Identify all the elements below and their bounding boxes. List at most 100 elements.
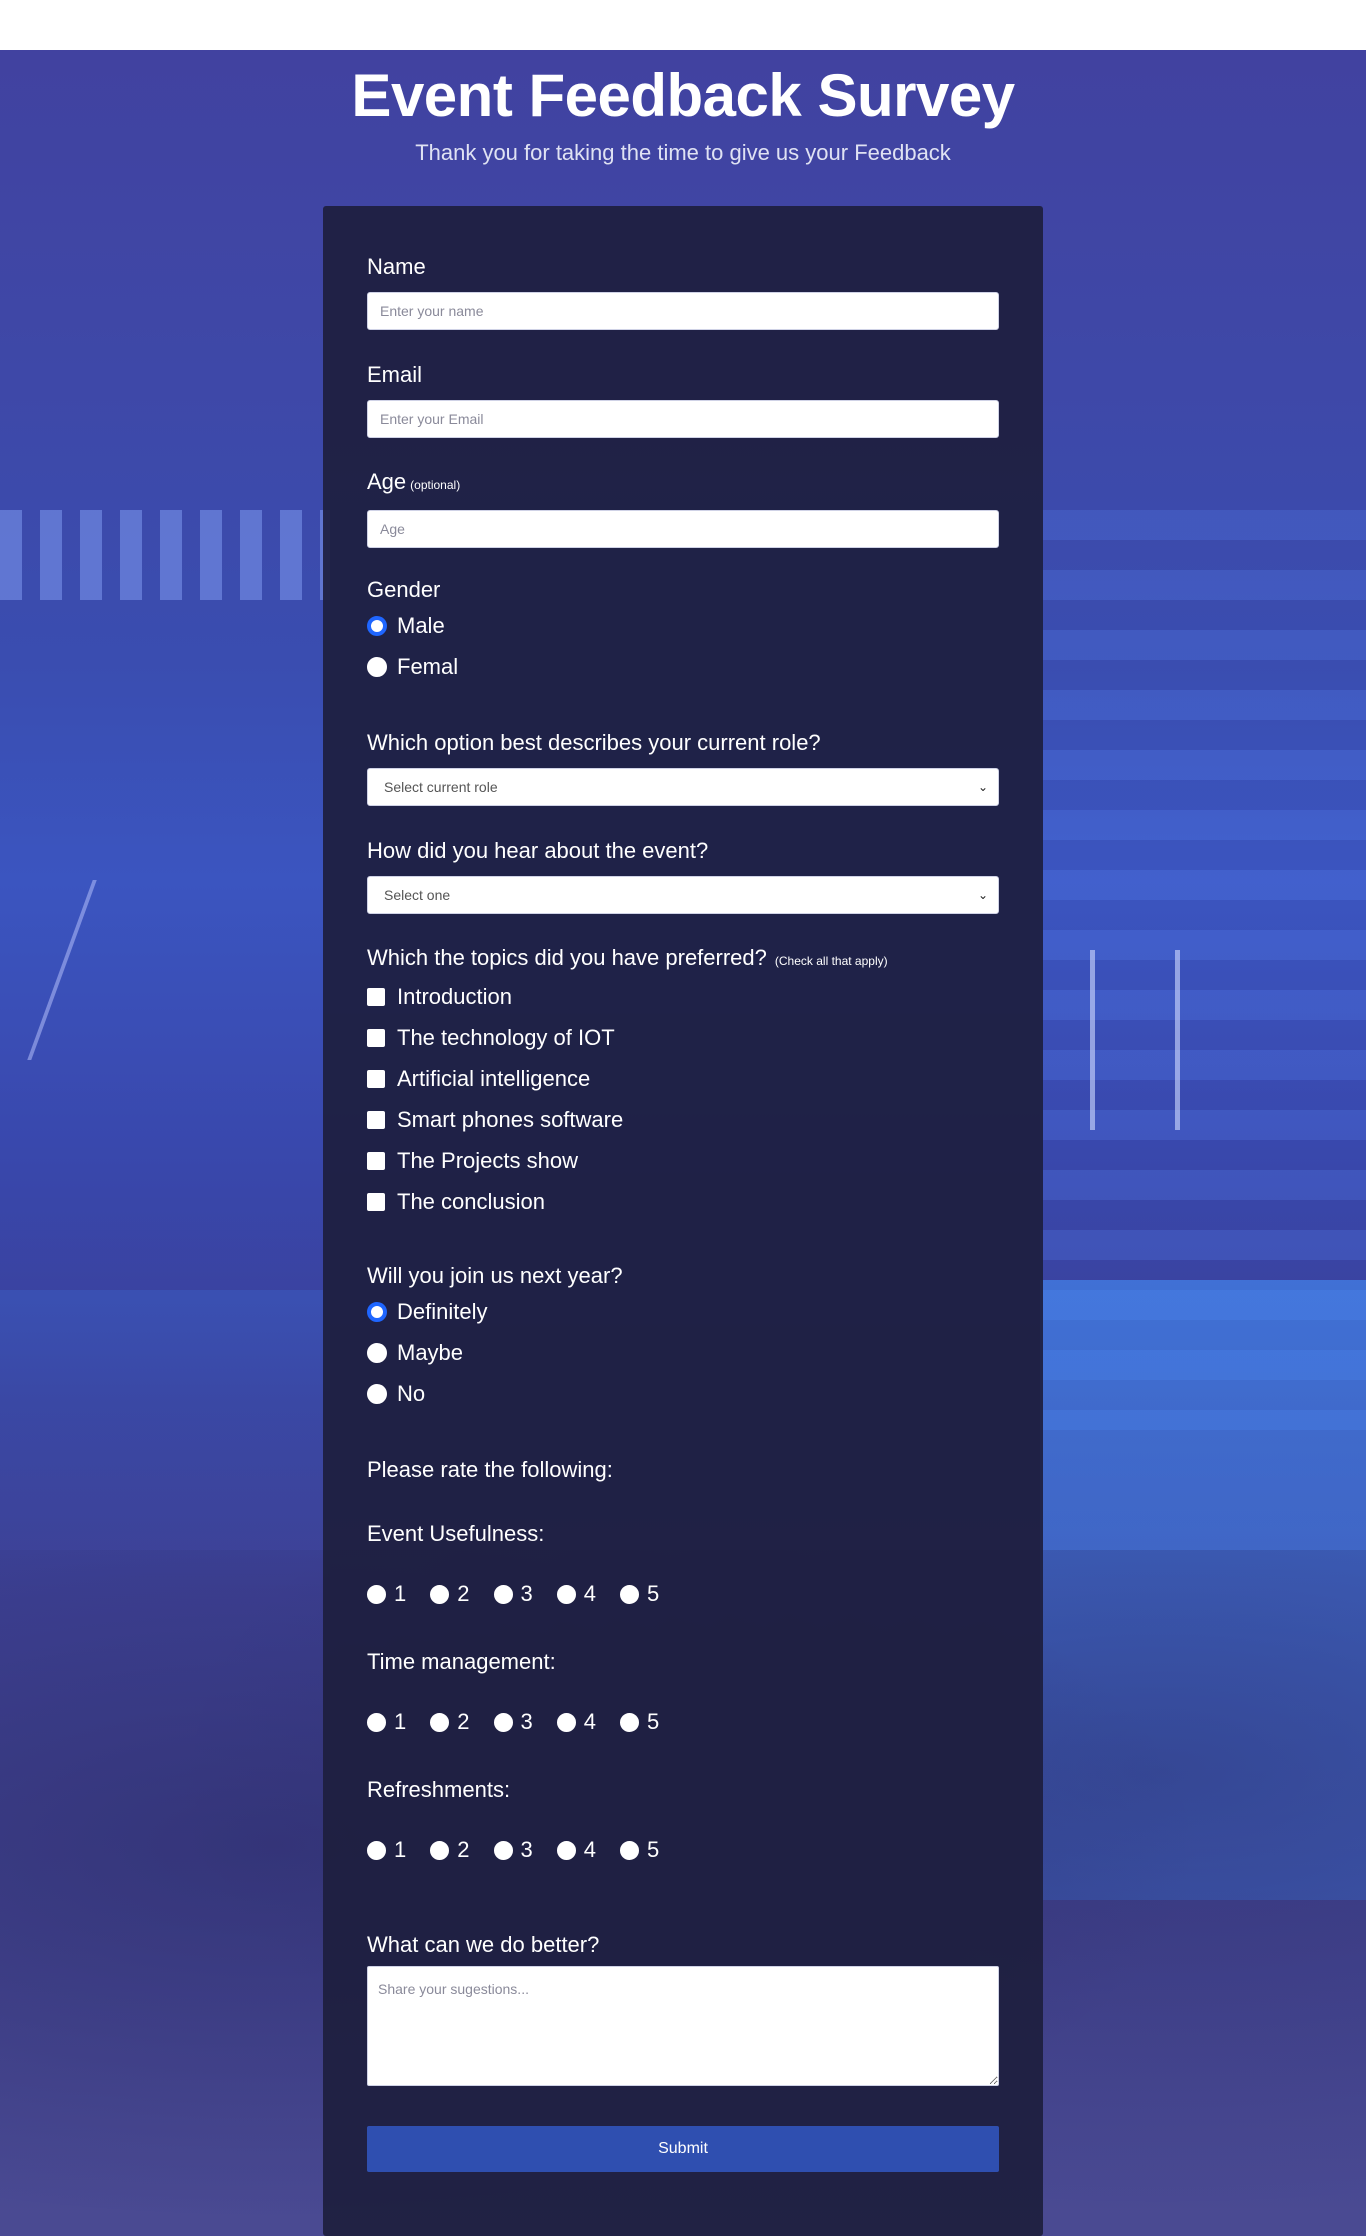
rate-heading-group: Please rate the following: [367,1455,999,1485]
rating-option[interactable]: 4 [556,1581,596,1607]
rating-usefulness-group: Event Usefulness: 1 2 3 4 5 [367,1519,999,1614]
rating-radio[interactable] [493,1712,513,1732]
rating-option[interactable]: 4 [556,1709,596,1735]
rating-time-scale: 1 2 3 4 5 [367,1702,999,1742]
rating-refreshments-group: Refreshments: 1 2 3 4 5 [367,1775,999,1870]
topic-label: The Projects show [397,1147,578,1173]
rating-radio[interactable] [430,1584,450,1604]
rating-option[interactable]: 4 [556,1837,596,1863]
join-option-definitely[interactable]: Definitely [367,1291,999,1332]
heard-select-value: Select one [384,887,451,903]
topic-option[interactable]: Introduction [367,976,999,1017]
rating-value: 1 [394,1709,407,1734]
rating-option[interactable]: 1 [367,1837,406,1863]
rating-refreshments-label: Refreshments: [367,1777,511,1802]
rating-value: 1 [394,1837,407,1862]
topic-checkbox[interactable] [367,1028,385,1047]
gender-option-male[interactable]: Male [367,605,999,646]
rating-option[interactable]: 5 [620,1581,659,1607]
topic-option[interactable]: The technology of IOT [367,1017,999,1058]
rating-option[interactable]: 5 [620,1709,659,1735]
rating-option[interactable]: 2 [430,1837,470,1863]
name-input[interactable] [367,292,999,330]
join-option-no[interactable]: No [367,1373,999,1414]
role-select[interactable]: Select current role ⌄ [367,768,999,806]
rating-option[interactable]: 5 [620,1837,659,1863]
name-field-group: Name [367,252,999,330]
rating-value: 4 [583,1837,596,1862]
neon-letter-sign [1090,950,1180,1130]
email-label: Email [367,362,423,387]
rating-radio[interactable] [493,1840,513,1860]
name-label: Name [367,254,426,279]
join-no-radio[interactable] [367,1383,387,1404]
join-maybe-radio[interactable] [367,1342,387,1363]
topic-option[interactable]: The conclusion [367,1181,999,1222]
survey-header: Event Feedback Survey Thank you for taki… [0,50,1366,168]
gender-male-radio[interactable] [367,615,387,636]
topic-checkbox[interactable] [367,1151,385,1170]
rating-radio[interactable] [620,1584,639,1604]
join-definitely-radio[interactable] [367,1301,387,1322]
heard-select[interactable]: Select one ⌄ [367,876,999,914]
age-field-group: Age (optional) [367,467,999,548]
rating-value: 2 [457,1581,470,1606]
rating-option[interactable]: 3 [493,1709,533,1735]
stage-lights-left [0,510,330,600]
topic-label: The technology of IOT [397,1024,615,1050]
suggestions-textarea[interactable] [367,1966,999,2086]
rating-option[interactable]: 3 [493,1581,533,1607]
age-label-text: Age [367,469,407,494]
rating-radio[interactable] [620,1840,639,1860]
topic-checkbox[interactable] [367,1069,385,1088]
join-label: Will you join us next year? [367,1263,623,1288]
rating-option[interactable]: 2 [430,1581,470,1607]
rating-value: 1 [394,1581,407,1606]
rating-radio[interactable] [430,1840,450,1860]
rating-radio[interactable] [556,1712,576,1732]
topics-label-text: Which the topics did you have preferred? [367,945,767,970]
page-title: Event Feedback Survey [351,62,1015,129]
better-field-group: What can we do better? [367,1930,999,2086]
rating-option[interactable]: 1 [367,1581,406,1607]
age-input[interactable] [367,510,999,548]
age-optional-hint: (optional) [410,478,461,492]
gender-male-label: Male [397,612,445,638]
join-maybe-label: Maybe [397,1339,464,1365]
topic-checkbox[interactable] [367,1110,385,1129]
rating-radio[interactable] [367,1584,386,1604]
gender-female-radio[interactable] [367,656,387,677]
email-input[interactable] [367,400,999,438]
rating-usefulness-scale: 1 2 3 4 5 [367,1574,999,1614]
topic-checkbox[interactable] [367,987,385,1006]
gender-female-label: Femal [397,653,459,679]
stage-glow-left [0,1290,330,1590]
topic-checkbox[interactable] [367,1192,385,1211]
rating-radio[interactable] [367,1840,386,1860]
topics-label: Which the topics did you have preferred?… [367,943,999,976]
rating-radio[interactable] [620,1712,639,1732]
rating-option[interactable]: 3 [493,1837,533,1863]
join-definitely-label: Definitely [397,1298,488,1324]
rating-value: 2 [457,1709,470,1734]
gender-option-female[interactable]: Femal [367,646,999,687]
rating-usefulness-label: Event Usefulness: [367,1521,545,1546]
topic-option[interactable]: Artificial intelligence [367,1058,999,1099]
survey-form-card: Name Email Age(optional) Gender Male Fem… [323,206,1043,2236]
rating-option[interactable]: 2 [430,1709,470,1735]
rating-value: 3 [520,1709,533,1734]
join-option-maybe[interactable]: Maybe [367,1332,999,1373]
rating-radio[interactable] [367,1712,386,1732]
topic-option[interactable]: The Projects show [367,1140,999,1181]
rating-radio[interactable] [430,1712,450,1732]
rating-radio[interactable] [556,1840,576,1860]
rating-option[interactable]: 1 [367,1709,406,1735]
submit-button[interactable]: Submit [367,2126,999,2172]
rating-value: 5 [647,1581,660,1606]
topics-field-group: Which the topics did you have preferred?… [367,943,999,1222]
topic-option[interactable]: Smart phones software [367,1099,999,1140]
rating-radio[interactable] [493,1584,513,1604]
rating-radio[interactable] [556,1584,576,1604]
rating-time-group: Time management: 1 2 3 4 5 [367,1647,999,1742]
age-label: Age (optional) [367,467,999,500]
